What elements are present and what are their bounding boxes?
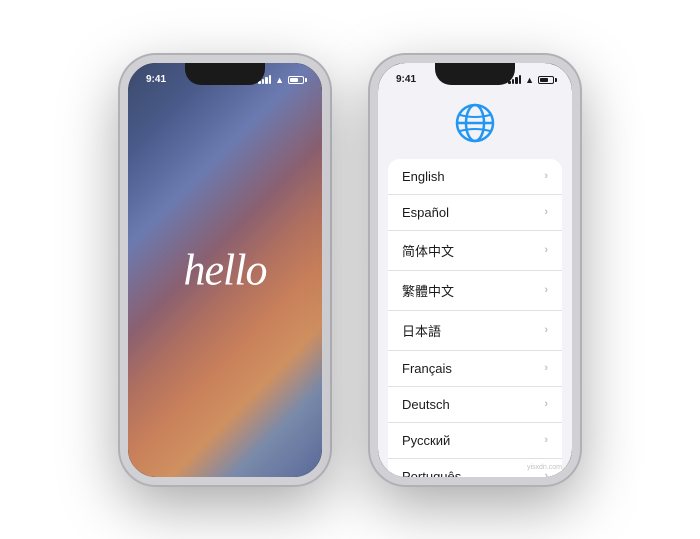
language-name-espanol: Español <box>402 205 449 220</box>
language-item-traditional-chinese[interactable]: 繁體中文 › <box>388 271 562 311</box>
status-bar: 9:41 ▲ <box>378 69 572 91</box>
language-name-japanese: 日本語 <box>402 321 441 340</box>
volume-down-button <box>120 215 122 259</box>
mute-button <box>370 123 372 151</box>
phone-hello: 9:41 ▲ hello <box>120 55 330 485</box>
language-name-simplified-chinese: 简体中文 <box>402 241 454 260</box>
power-button <box>578 143 580 193</box>
language-name-german: Deutsch <box>402 397 450 412</box>
chevron-right-icon: › <box>544 398 548 410</box>
language-item-french[interactable]: Français › <box>388 351 562 387</box>
mute-button <box>120 123 122 151</box>
status-icons: ▲ <box>508 75 554 85</box>
volume-up-button <box>370 163 372 207</box>
hello-text: hello <box>184 244 267 295</box>
battery-icon <box>538 76 554 84</box>
language-name-portuguese: Português <box>402 469 461 477</box>
status-bar: 9:41 ▲ <box>128 69 322 91</box>
chevron-right-icon: › <box>544 324 548 336</box>
language-name-traditional-chinese: 繁體中文 <box>402 281 454 300</box>
language-list: English›Español›简体中文›繁體中文›日本語›Français›D… <box>388 159 562 477</box>
language-item-simplified-chinese[interactable]: 简体中文 › <box>388 231 562 271</box>
language-item-espanol[interactable]: Español › <box>388 195 562 231</box>
signal-icon <box>508 75 521 84</box>
language-screen: 9:41 ▲ <box>378 63 572 477</box>
signal-icon <box>258 75 271 84</box>
chevron-right-icon: › <box>544 284 548 296</box>
watermark: yisxdn.com <box>527 464 562 471</box>
chevron-right-icon: › <box>544 206 548 218</box>
volume-up-button <box>120 163 122 207</box>
language-item-japanese[interactable]: 日本語 › <box>388 311 562 351</box>
wifi-icon: ▲ <box>525 75 534 85</box>
power-button <box>328 143 330 193</box>
language-item-german[interactable]: Deutsch › <box>388 387 562 423</box>
chevron-right-icon: › <box>544 170 548 182</box>
hello-screen: 9:41 ▲ hello <box>128 63 322 477</box>
phone-language: 9:41 ▲ <box>370 55 580 485</box>
chevron-right-icon: › <box>544 244 548 256</box>
language-item-russian[interactable]: Русский › <box>388 423 562 459</box>
status-time: 9:41 <box>396 74 416 85</box>
language-item-english[interactable]: English › <box>388 159 562 195</box>
wifi-icon: ▲ <box>275 75 284 85</box>
volume-down-button <box>370 215 372 259</box>
battery-icon <box>288 76 304 84</box>
chevron-right-icon: › <box>544 470 548 477</box>
chevron-right-icon: › <box>544 434 548 446</box>
language-name-french: Français <box>402 361 452 376</box>
status-time: 9:41 <box>146 74 166 85</box>
language-name-russian: Русский <box>402 433 450 448</box>
language-name-english: English <box>402 169 445 184</box>
globe-icon <box>451 99 499 147</box>
status-icons: ▲ <box>258 75 304 85</box>
chevron-right-icon: › <box>544 362 548 374</box>
